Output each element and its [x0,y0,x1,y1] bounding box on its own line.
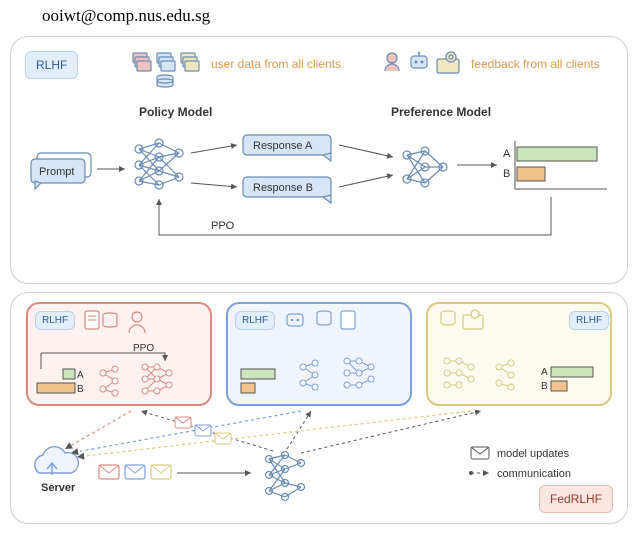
email-text: ooiwt@comp.nus.edu.sg [0,0,640,26]
server-label: Server [41,482,76,494]
rlhf-panel: RLHF user data from all clients [10,36,628,284]
fedrlhf-badge: FedRLHF [539,485,613,513]
fedrlhf-panel: RLHF PPO A B [10,292,628,524]
ppo-label: PPO [211,220,235,232]
legend-comm: communication [497,468,571,480]
top-arrows: PPO [11,37,629,285]
legend-updates: model updates [497,448,570,460]
bottom-graph: Server [11,293,629,525]
